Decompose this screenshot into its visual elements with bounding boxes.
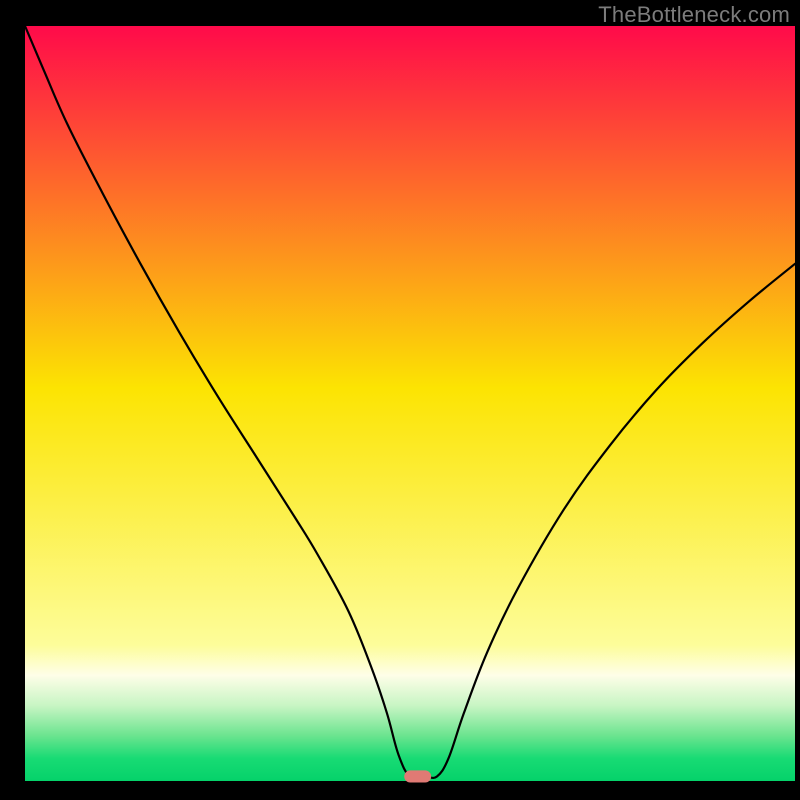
optimal-pill xyxy=(404,770,431,782)
plot-background xyxy=(25,26,795,781)
watermark-text: TheBottleneck.com xyxy=(598,2,790,28)
chart-container: TheBottleneck.com xyxy=(0,0,800,800)
bottleneck-chart xyxy=(0,0,800,800)
